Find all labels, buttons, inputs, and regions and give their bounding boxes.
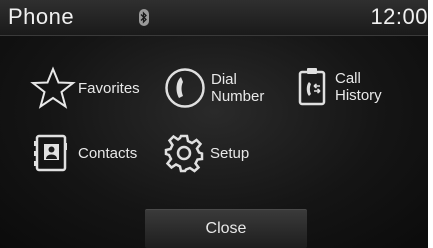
setup-label: Setup	[210, 144, 250, 162]
call-history-icon	[298, 68, 326, 106]
contacts-icon	[34, 134, 67, 172]
phone-screen: Phone 12:00 Favorites Dial Number Call H…	[0, 0, 428, 248]
favorites-label: Favorites	[78, 79, 140, 97]
status-bar: Phone 12:00	[0, 0, 428, 36]
call-history-button[interactable]: Call History	[297, 66, 382, 108]
bluetooth-icon	[139, 9, 149, 26]
close-button[interactable]: Close	[145, 209, 307, 248]
setup-button[interactable]: Setup	[164, 133, 249, 173]
contacts-button[interactable]: Contacts	[33, 133, 137, 173]
app-title: Phone	[8, 4, 75, 29]
dial-number-text: Dial Number	[211, 71, 264, 105]
call-history-label-line2: History	[335, 87, 382, 104]
call-history-text: Call History	[335, 70, 382, 104]
call-history-label-line1: Call	[335, 70, 361, 87]
dial-number-label-line1: Dial	[211, 71, 237, 88]
star-icon	[30, 66, 76, 109]
gear-icon	[164, 134, 204, 173]
clock: 12:00	[370, 4, 428, 29]
dial-number-button[interactable]: Dial Number	[164, 67, 264, 109]
favorites-button[interactable]: Favorites	[30, 66, 140, 110]
dial-number-label-line2: Number	[211, 88, 265, 105]
contacts-label: Contacts	[78, 144, 138, 162]
handset-icon	[165, 68, 205, 108]
